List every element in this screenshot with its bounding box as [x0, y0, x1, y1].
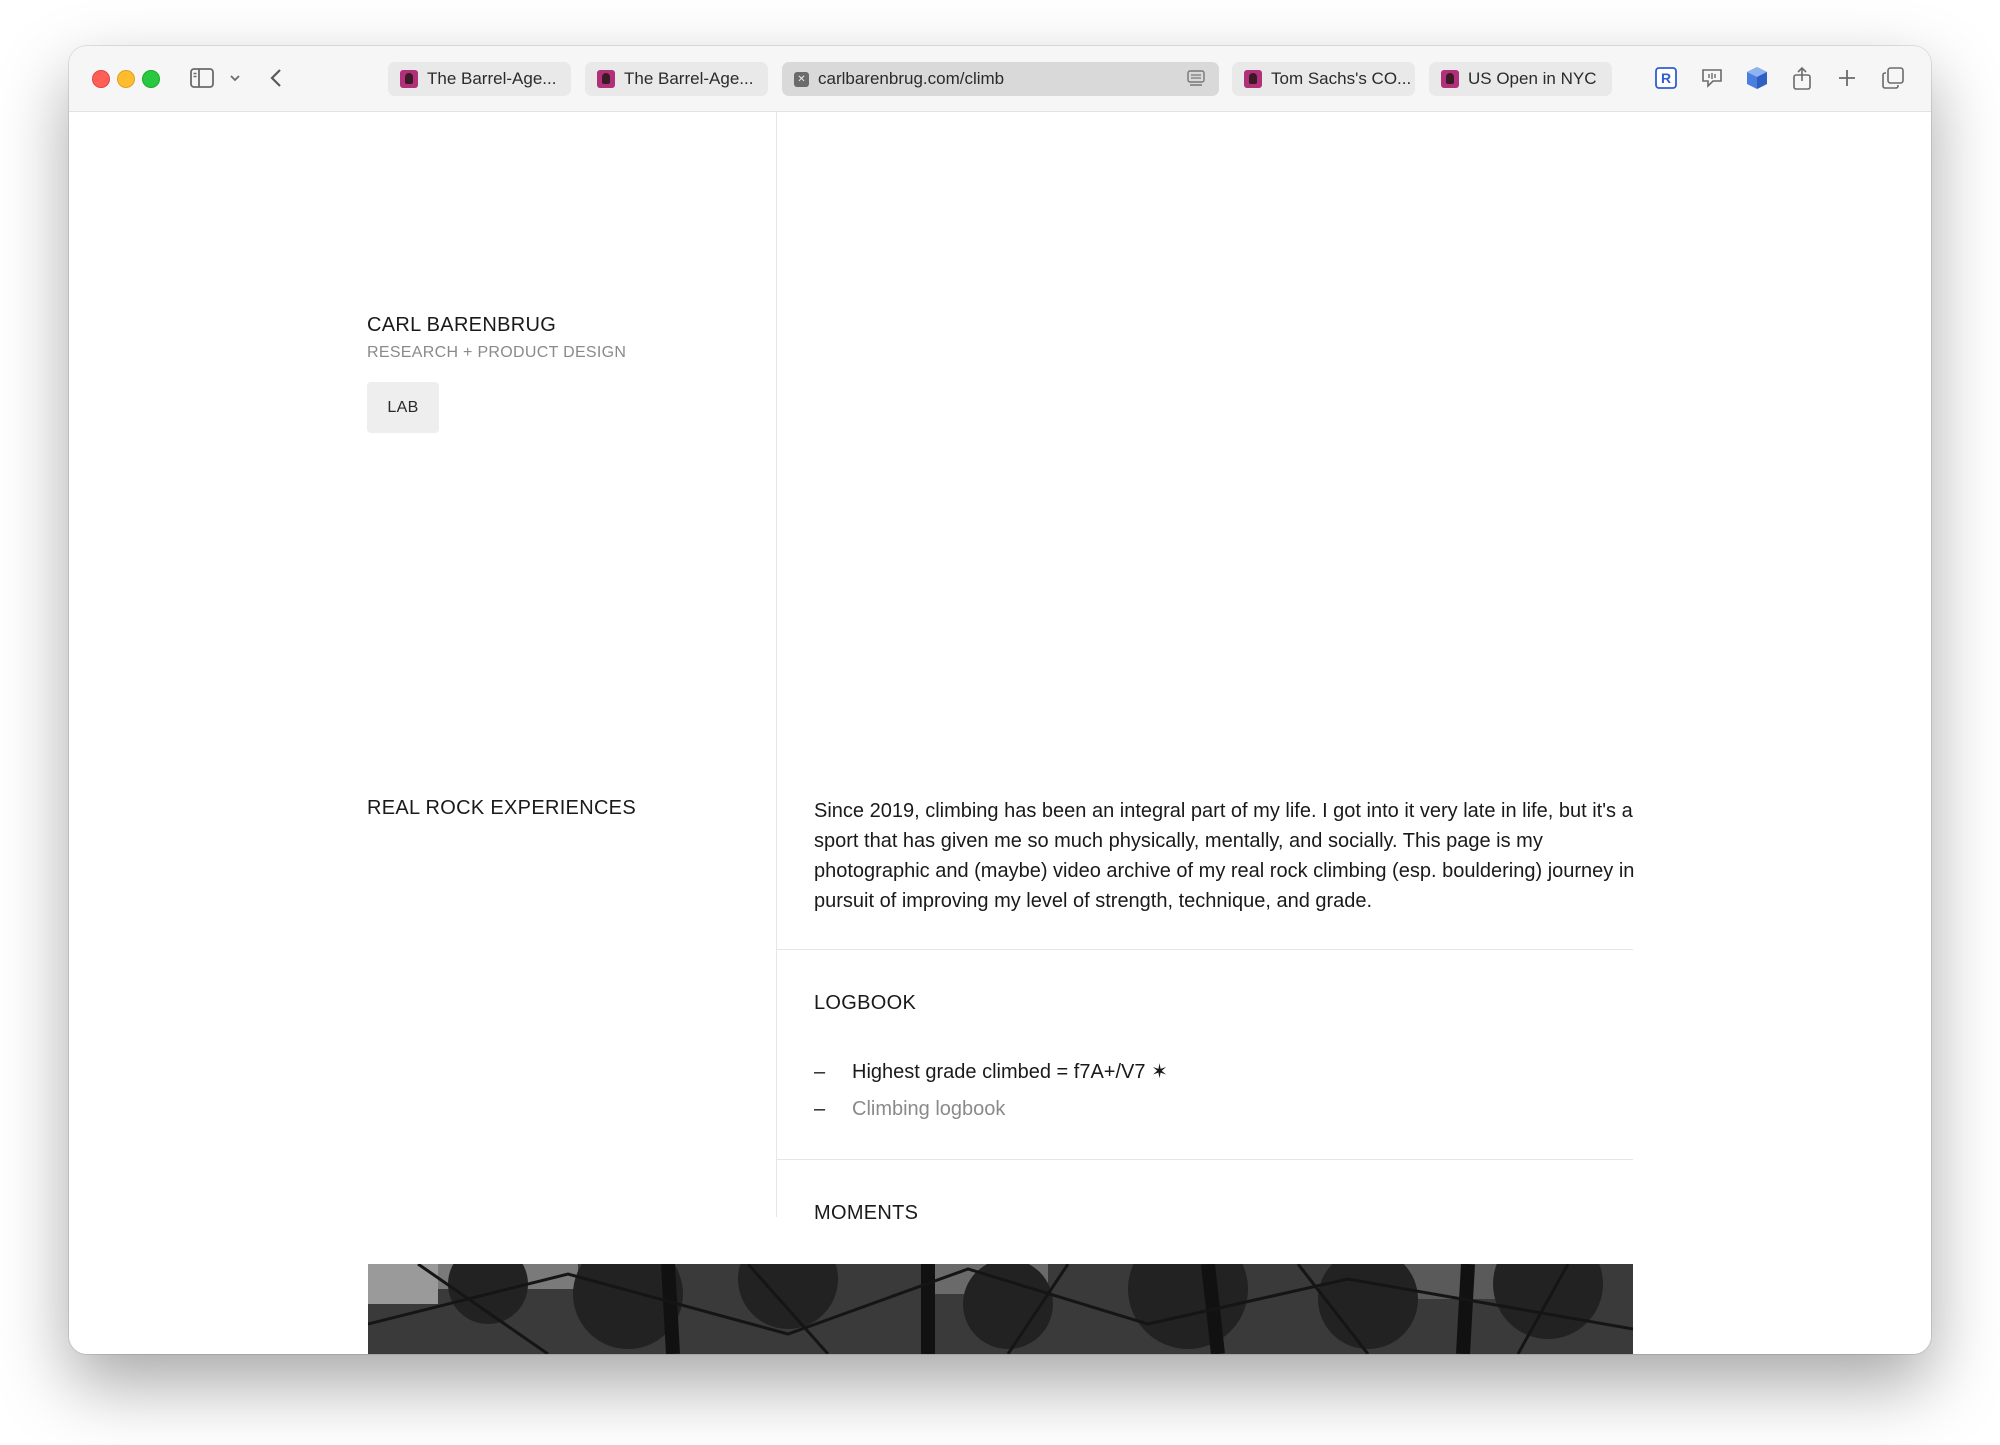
tab-title: Tom Sachs's CO...	[1271, 69, 1412, 88]
speech-extension-icon[interactable]	[1700, 64, 1724, 92]
moments-title: MOMENTS	[814, 1202, 919, 1224]
share-icon[interactable]	[1792, 64, 1812, 92]
list-dash: –	[814, 1098, 826, 1120]
portrait-favicon-icon	[1441, 70, 1459, 88]
reader-icon[interactable]	[1187, 70, 1205, 93]
close-window-button[interactable]	[92, 70, 110, 88]
r-extension-icon[interactable]: R	[1655, 64, 1677, 92]
tab-title: The Barrel-Age...	[427, 69, 557, 88]
climbing-logbook-link[interactable]: Climbing logbook	[852, 1091, 1005, 1128]
list-item: – Highest grade climbed = f7A+/V7 ✶	[814, 1054, 1168, 1091]
section-title: REAL ROCK EXPERIENCES	[367, 797, 636, 819]
browser-tab[interactable]: The Barrel-Age...	[388, 62, 571, 96]
minimize-window-button[interactable]	[117, 70, 135, 88]
address-bar-url[interactable]: carlbarenbrug.com/climb	[818, 69, 1004, 89]
new-tab-icon[interactable]	[1837, 64, 1857, 92]
site-favicon-icon	[794, 71, 809, 87]
portrait-favicon-icon	[1244, 70, 1262, 88]
chevron-down-icon[interactable]	[229, 64, 241, 92]
column-divider	[776, 112, 777, 1217]
browser-tab[interactable]: The Barrel-Age...	[585, 62, 768, 96]
tab-overview-icon[interactable]	[1882, 64, 1904, 92]
highest-grade-text: Highest grade climbed = f7A+/V7 ✶	[852, 1061, 1168, 1083]
site-subtitle: RESEARCH + PRODUCT DESIGN	[367, 344, 627, 361]
logbook-title: LOGBOOK	[814, 992, 917, 1014]
maximize-window-button[interactable]	[142, 70, 160, 88]
browser-tab-active[interactable]: carlbarenbrug.com/climb	[782, 62, 1219, 96]
browser-toolbar: The Barrel-Age... The Barrel-Age... carl…	[69, 46, 1931, 112]
browser-window: The Barrel-Age... The Barrel-Age... carl…	[69, 46, 1931, 1354]
browser-tab[interactable]: US Open in NYC	[1429, 62, 1612, 96]
section-divider	[777, 1159, 1633, 1160]
svg-text:R: R	[1661, 70, 1671, 86]
browser-tab[interactable]: Tom Sachs's CO...	[1232, 62, 1415, 96]
sidebar-icon[interactable]	[190, 64, 214, 92]
list-dash: –	[814, 1061, 826, 1083]
cube-extension-icon[interactable]	[1746, 64, 1768, 92]
portrait-favicon-icon	[400, 70, 418, 88]
intro-paragraph: Since 2019, climbing has been an integra…	[814, 800, 1635, 912]
section-divider	[777, 949, 1633, 950]
logbook-list: – Highest grade climbed = f7A+/V7 ✶ – Cl…	[814, 1054, 1168, 1128]
page-content: CARL BARENBRUG RESEARCH + PRODUCT DESIGN…	[69, 112, 1931, 1354]
back-icon[interactable]	[269, 64, 283, 92]
lab-button[interactable]: LAB	[367, 382, 439, 433]
tab-title: The Barrel-Age...	[624, 69, 754, 88]
site-title[interactable]: CARL BARENBRUG	[367, 314, 556, 337]
portrait-favicon-icon	[597, 70, 615, 88]
forest-photo[interactable]	[368, 1264, 1633, 1354]
tab-title: US Open in NYC	[1468, 69, 1597, 88]
list-item: – Climbing logbook	[814, 1091, 1168, 1128]
